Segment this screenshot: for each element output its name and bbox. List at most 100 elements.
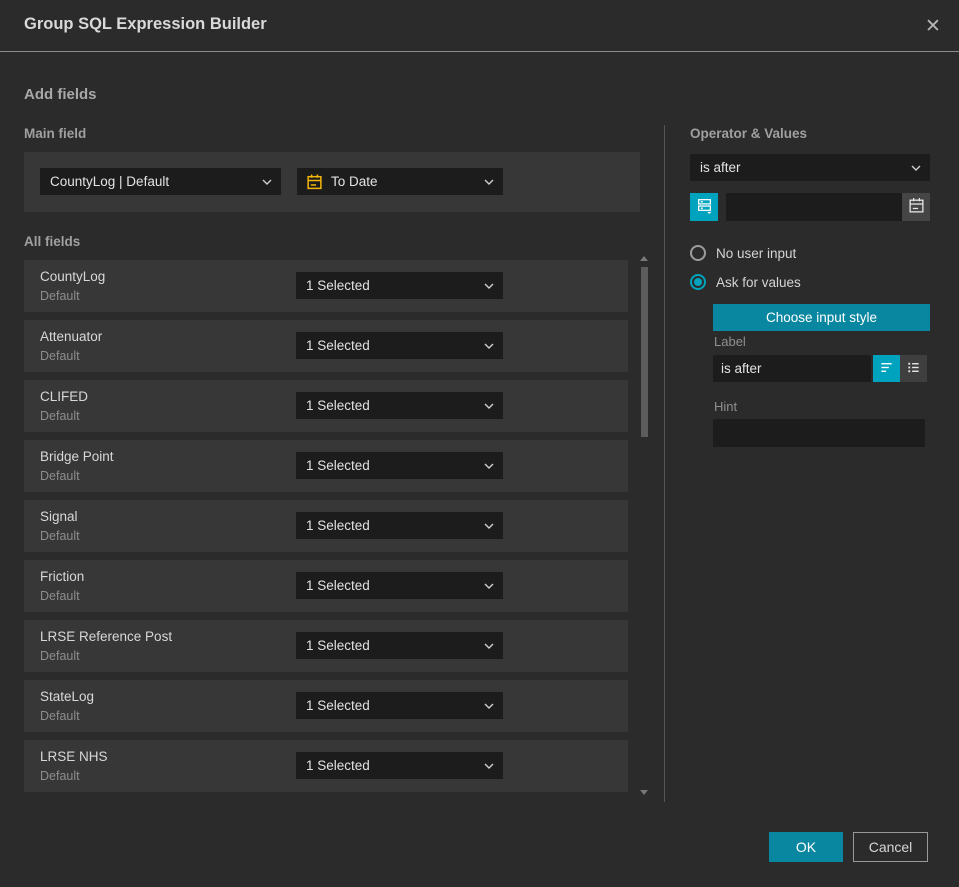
- field-row: Signal Default 1 Selected: [24, 500, 628, 552]
- scroll-up-arrow-icon[interactable]: [640, 256, 648, 261]
- field-row: Attenuator Default 1 Selected: [24, 320, 628, 372]
- field-name: Friction: [40, 569, 85, 584]
- chevron-down-icon: [484, 703, 494, 709]
- field-subtitle: Default: [40, 409, 80, 423]
- main-date-select-value: To Date: [331, 174, 378, 189]
- field-selected-dropdown[interactable]: 1 Selected: [296, 512, 503, 539]
- scrollbar-thumb[interactable]: [641, 267, 648, 437]
- radio-unselected-icon: [690, 245, 706, 261]
- value-input[interactable]: [726, 193, 902, 221]
- field-selected-dropdown[interactable]: 1 Selected: [296, 272, 503, 299]
- radio-selected-icon: [690, 274, 706, 290]
- main-date-select[interactable]: To Date: [297, 168, 503, 195]
- label-caption: Label: [714, 334, 746, 349]
- field-subtitle: Default: [40, 349, 80, 363]
- calendar-icon: [306, 173, 323, 190]
- value-type-button[interactable]: [690, 193, 718, 221]
- chevron-down-icon: [484, 523, 494, 529]
- field-name: Signal: [40, 509, 78, 524]
- field-row: CLIFED Default 1 Selected: [24, 380, 628, 432]
- operator-select[interactable]: is after: [690, 154, 930, 181]
- hint-caption: Hint: [714, 399, 738, 414]
- ask-for-values-label: Ask for values: [716, 274, 801, 290]
- chevron-down-icon: [484, 643, 494, 649]
- field-selected-value: 1 Selected: [306, 338, 370, 353]
- field-subtitle: Default: [40, 289, 80, 303]
- field-row: Bridge Point Default 1 Selected: [24, 440, 628, 492]
- list-scrollbar: [640, 252, 649, 798]
- field-name: StateLog: [40, 689, 95, 704]
- field-name: Attenuator: [40, 329, 103, 344]
- all-fields-heading: All fields: [24, 234, 81, 249]
- field-selected-dropdown[interactable]: 1 Selected: [296, 692, 503, 719]
- no-user-input-label: No user input: [716, 245, 797, 261]
- chevron-down-icon: [484, 343, 494, 349]
- field-selected-value: 1 Selected: [306, 578, 370, 593]
- stacked-values-icon: [696, 197, 713, 217]
- ok-button[interactable]: OK: [769, 832, 843, 862]
- main-field-heading: Main field: [24, 126, 87, 141]
- align-left-icon: [879, 360, 894, 378]
- panel-divider: [664, 125, 665, 802]
- hint-input[interactable]: [713, 419, 925, 447]
- scroll-down-arrow-icon[interactable]: [640, 790, 648, 795]
- operator-select-value: is after: [700, 160, 741, 175]
- add-fields-heading: Add fields: [24, 86, 97, 103]
- dialog-title: Group SQL Expression Builder: [24, 15, 267, 33]
- label-input[interactable]: [713, 355, 871, 382]
- main-field-select[interactable]: CountyLog | Default: [40, 168, 281, 195]
- field-selected-value: 1 Selected: [306, 458, 370, 473]
- chevron-down-icon: [484, 179, 494, 185]
- chevron-down-icon: [911, 165, 921, 171]
- field-row: StateLog Default 1 Selected: [24, 680, 628, 732]
- field-selected-dropdown[interactable]: 1 Selected: [296, 752, 503, 779]
- field-name: CLIFED: [40, 389, 89, 404]
- no-user-input-radio[interactable]: No user input: [690, 245, 796, 261]
- chevron-down-icon: [484, 283, 494, 289]
- field-subtitle: Default: [40, 589, 80, 603]
- field-selected-value: 1 Selected: [306, 278, 370, 293]
- field-row: CountyLog Default 1 Selected: [24, 260, 628, 312]
- date-picker-button[interactable]: [902, 193, 930, 221]
- chevron-down-icon: [484, 403, 494, 409]
- field-subtitle: Default: [40, 649, 80, 663]
- field-subtitle: Default: [40, 769, 80, 783]
- field-name: Bridge Point: [40, 449, 114, 464]
- field-name: LRSE NHS: [40, 749, 108, 764]
- field-row: Friction Default 1 Selected: [24, 560, 628, 612]
- cancel-button[interactable]: Cancel: [853, 832, 928, 862]
- field-selected-dropdown[interactable]: 1 Selected: [296, 452, 503, 479]
- field-selected-value: 1 Selected: [306, 398, 370, 413]
- field-selected-value: 1 Selected: [306, 638, 370, 653]
- field-subtitle: Default: [40, 709, 80, 723]
- field-subtitle: Default: [40, 529, 80, 543]
- field-subtitle: Default: [40, 469, 80, 483]
- close-icon[interactable]: ✕: [920, 13, 946, 39]
- field-row: LRSE Reference Post Default 1 Selected: [24, 620, 628, 672]
- field-selected-value: 1 Selected: [306, 518, 370, 533]
- operator-values-heading: Operator & Values: [690, 126, 808, 141]
- chevron-down-icon: [484, 763, 494, 769]
- chevron-down-icon: [262, 179, 272, 185]
- field-selected-dropdown[interactable]: 1 Selected: [296, 572, 503, 599]
- choose-input-style-button[interactable]: Choose input style: [713, 304, 930, 331]
- main-field-select-value: CountyLog | Default: [50, 174, 170, 189]
- field-selected-value: 1 Selected: [306, 758, 370, 773]
- dialog-titlebar: Group SQL Expression Builder ✕: [0, 0, 959, 52]
- field-selected-value: 1 Selected: [306, 698, 370, 713]
- field-selected-dropdown[interactable]: 1 Selected: [296, 332, 503, 359]
- field-selected-dropdown[interactable]: 1 Selected: [296, 632, 503, 659]
- align-left-style-button[interactable]: [873, 355, 900, 382]
- bullet-list-style-button[interactable]: [900, 355, 927, 382]
- field-name: CountyLog: [40, 269, 106, 284]
- field-row: LRSE NHS Default 1 Selected: [24, 740, 628, 792]
- chevron-down-icon: [484, 583, 494, 589]
- calendar-icon: [908, 197, 925, 217]
- all-fields-list: CountyLog Default 1 Selected Attenuator …: [24, 260, 628, 793]
- chevron-down-icon: [484, 463, 494, 469]
- main-field-box: CountyLog | Default To Date: [24, 152, 640, 212]
- bullet-list-icon: [906, 360, 921, 378]
- ask-for-values-radio[interactable]: Ask for values: [690, 274, 801, 290]
- field-selected-dropdown[interactable]: 1 Selected: [296, 392, 503, 419]
- label-style-toggle-group: [873, 355, 927, 382]
